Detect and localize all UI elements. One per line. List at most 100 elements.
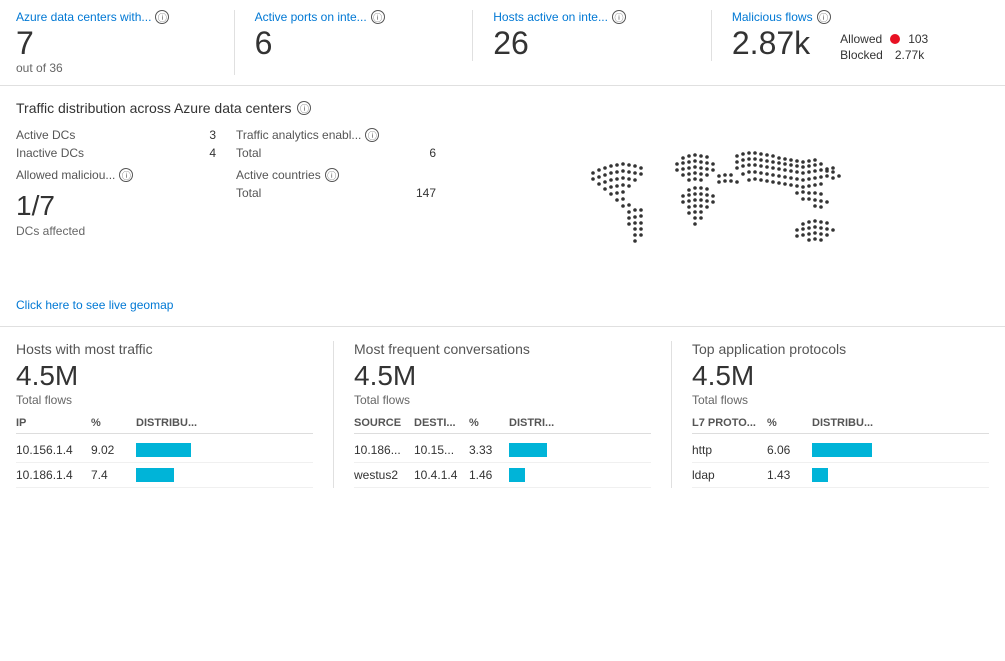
conv-row1-bar: [509, 443, 651, 457]
hosts-active-info-icon[interactable]: ⓘ: [612, 10, 626, 24]
traffic-distribution-info-icon[interactable]: ⓘ: [297, 101, 311, 115]
active-dcs-row: Active DCs 3: [16, 128, 216, 142]
malicious-flows-label-text: Malicious flows: [732, 10, 813, 24]
proto-table-header: L7 PROTO... % DISTRIBU...: [692, 417, 989, 434]
proto-row1-proto: http: [692, 443, 767, 457]
conv-row2-pct: 1.46: [469, 468, 509, 482]
hosts-row1-bar-fill: [136, 443, 191, 457]
conv-col-dist: DISTRI...: [509, 417, 651, 429]
hosts-row2-bar: [136, 468, 313, 482]
hosts-col-ip: IP: [16, 417, 91, 429]
inactive-dcs-label: Inactive DCs: [16, 146, 84, 160]
allowed-malicious-row: Allowed maliciou... ⓘ: [16, 168, 216, 182]
azure-dc-label-text: Azure data centers with...: [16, 10, 151, 24]
proto-col-pct: %: [767, 417, 812, 429]
hosts-active-metric: Hosts active on inte... ⓘ 26: [493, 10, 712, 61]
hosts-table-header: IP % DISTRIBU...: [16, 417, 313, 434]
azure-dc-sub: out of 36: [16, 61, 214, 75]
proto-row1-bar-fill: [812, 443, 872, 457]
azure-dc-info-icon[interactable]: ⓘ: [155, 10, 169, 24]
hosts-row1-bar: [136, 443, 313, 457]
hosts-traffic-value: 4.5M: [16, 359, 313, 393]
malicious-flows-label[interactable]: Malicious flows ⓘ: [732, 10, 969, 24]
proto-row1-pct: 6.06: [767, 443, 812, 457]
total-countries-value: 147: [416, 186, 436, 200]
conv-col-src: SOURCE: [354, 417, 414, 429]
proto-row-1: http 6.06: [692, 438, 989, 463]
protocols-title: Top application protocols: [692, 341, 989, 357]
blocked-value: 2.77k: [895, 48, 924, 62]
traffic-distribution-section: Traffic distribution across Azure data c…: [0, 86, 1005, 327]
allowed-malicious-label: Allowed maliciou...: [16, 168, 115, 182]
hosts-row2-bar-fill: [136, 468, 174, 482]
active-ports-info-icon[interactable]: ⓘ: [371, 10, 385, 24]
bottom-panels: Hosts with most traffic 4.5M Total flows…: [0, 327, 1005, 502]
hosts-active-value: 26: [493, 26, 691, 61]
allowed-malicious-info-icon[interactable]: ⓘ: [119, 168, 133, 182]
active-countries-row: Active countries ⓘ: [236, 168, 436, 182]
hosts-traffic-panel: Hosts with most traffic 4.5M Total flows…: [16, 341, 334, 488]
hosts-col-pct: %: [91, 417, 136, 429]
azure-dc-metric: Azure data centers with... ⓘ 7 out of 36: [16, 10, 235, 75]
blocked-label: Blocked: [840, 48, 883, 62]
conv-table-header: SOURCE DESTI... % DISTRI...: [354, 417, 651, 434]
top-metrics-bar: Azure data centers with... ⓘ 7 out of 36…: [0, 0, 1005, 86]
world-map-container: .dot { fill: #333; }: [436, 128, 989, 288]
active-ports-metric: Active ports on inte... ⓘ 6: [255, 10, 474, 61]
hosts-active-label[interactable]: Hosts active on inte... ⓘ: [493, 10, 691, 24]
hosts-active-label-text: Hosts active on inte...: [493, 10, 608, 24]
conv-row1-bar-fill: [509, 443, 547, 457]
traffic-distribution-title: Traffic distribution across Azure data c…: [16, 100, 989, 116]
hosts-traffic-sub: Total flows: [16, 393, 313, 407]
hosts-row1-pct: 9.02: [91, 443, 136, 457]
allowed-label: Allowed: [840, 32, 882, 46]
malicious-flows-value: 2.87k: [732, 26, 810, 61]
malicious-flows-info-icon[interactable]: ⓘ: [817, 10, 831, 24]
protocols-sub: Total flows: [692, 393, 989, 407]
proto-col-proto: L7 PROTO...: [692, 417, 767, 429]
total-traffic-label: Total: [236, 146, 261, 160]
conv-row2-bar-fill: [509, 468, 525, 482]
proto-row2-bar-fill: [812, 468, 828, 482]
conv-row2-dst: 10.4.1.4: [414, 468, 469, 482]
conv-col-dst: DESTI...: [414, 417, 469, 429]
hosts-row1-ip: 10.156.1.4: [16, 443, 91, 457]
traffic-left-panel: Active DCs 3 Inactive DCs 4 Allowed mali…: [16, 128, 216, 288]
total-traffic-row: Total 6: [236, 146, 436, 160]
hosts-row2-pct: 7.4: [91, 468, 136, 482]
azure-dc-label[interactable]: Azure data centers with... ⓘ: [16, 10, 214, 24]
conv-row1-dst: 10.15...: [414, 443, 469, 457]
inactive-dcs-value: 4: [209, 146, 216, 160]
world-map-svg: .dot { fill: #333; }: [563, 128, 863, 288]
traffic-analytics-info-icon[interactable]: ⓘ: [365, 128, 379, 142]
allowed-row: Allowed 103: [840, 32, 928, 46]
hosts-row-2: 10.186.1.4 7.4: [16, 463, 313, 488]
dc-fraction-value: 1/7: [16, 190, 216, 222]
inactive-dcs-row: Inactive DCs 4: [16, 146, 216, 160]
proto-row-2: ldap 1.43: [692, 463, 989, 488]
total-traffic-value: 6: [429, 146, 436, 160]
active-ports-value: 6: [255, 26, 453, 61]
geomap-link[interactable]: Click here to see live geomap: [16, 298, 989, 312]
conv-col-pct: %: [469, 417, 509, 429]
conv-row2-bar: [509, 468, 651, 482]
conversations-title: Most frequent conversations: [354, 341, 651, 357]
active-countries-label: Active countries: [236, 168, 321, 182]
active-ports-label-text: Active ports on inte...: [255, 10, 367, 24]
dcs-affected-label: DCs affected: [16, 224, 216, 238]
active-ports-label[interactable]: Active ports on inte... ⓘ: [255, 10, 453, 24]
conversations-sub: Total flows: [354, 393, 651, 407]
proto-row2-pct: 1.43: [767, 468, 812, 482]
conv-row1-pct: 3.33: [469, 443, 509, 457]
proto-row2-proto: ldap: [692, 468, 767, 482]
protocols-panel: Top application protocols 4.5M Total flo…: [692, 341, 989, 488]
conv-row-1: 10.186... 10.15... 3.33: [354, 438, 651, 463]
conv-row1-src: 10.186...: [354, 443, 414, 457]
allowed-badge-icon: [890, 34, 900, 44]
total-countries-row: Total 147: [236, 186, 436, 200]
blocked-row: Blocked 2.77k: [840, 48, 928, 62]
traffic-content: Active DCs 3 Inactive DCs 4 Allowed mali…: [16, 128, 989, 288]
hosts-row-1: 10.156.1.4 9.02: [16, 438, 313, 463]
conversations-value: 4.5M: [354, 359, 651, 393]
active-countries-info-icon[interactable]: ⓘ: [325, 168, 339, 182]
